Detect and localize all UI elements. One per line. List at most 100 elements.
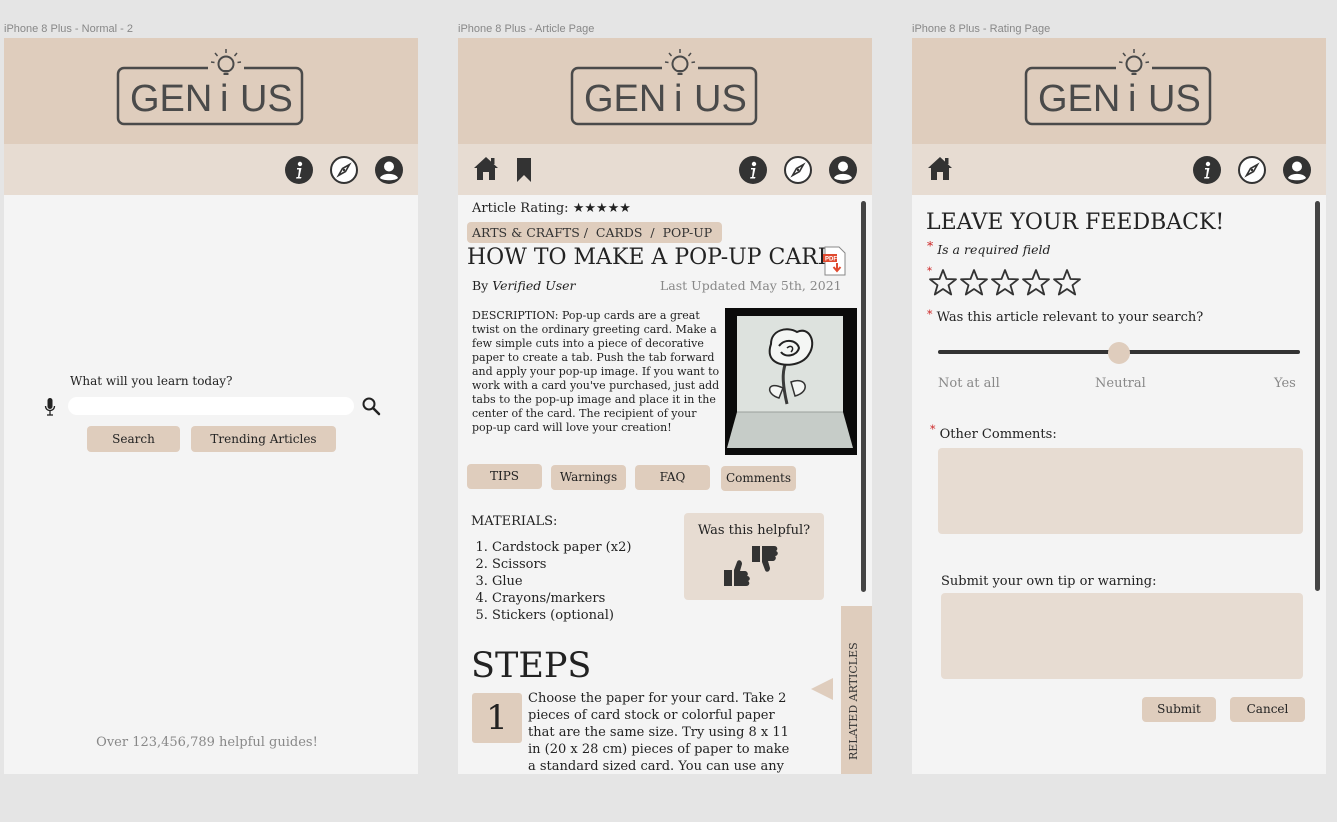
star-icon[interactable] <box>1021 268 1051 298</box>
frame-label-article: iPhone 8 Plus - Article Page <box>458 23 595 35</box>
comments-label: * Other Comments: <box>930 423 1057 442</box>
list-item: Cardstock paper (x2) <box>492 539 631 556</box>
frame-label-home: iPhone 8 Plus - Normal - 2 <box>4 23 133 35</box>
home-screen: GEN i US What will you learn today? Sear… <box>4 38 418 774</box>
required-asterisk: * <box>927 238 934 253</box>
genius-logo[interactable]: GEN i US <box>116 48 304 128</box>
popup-card-image <box>725 308 857 455</box>
article-rating: Article Rating: ★★★★★ <box>472 201 631 216</box>
materials-list: Cardstock paper (x2) Scissors Glue Crayo… <box>458 539 631 624</box>
breadcrumb[interactable]: ARTS & CRAFTS / CARDS / POP-UP <box>467 222 723 243</box>
star-icon[interactable] <box>959 268 989 298</box>
search-button[interactable]: Search <box>87 426 180 452</box>
tip-textarea[interactable] <box>941 593 1303 679</box>
microphone-icon[interactable] <box>44 397 56 417</box>
comments-textarea[interactable] <box>938 448 1303 534</box>
logo-text-mid: i <box>1128 78 1137 120</box>
logo-text-mid: i <box>674 78 683 120</box>
nav-bar <box>912 144 1326 195</box>
logo-text-left: GEN <box>584 78 667 120</box>
compass-icon[interactable] <box>784 156 812 184</box>
home-icon[interactable] <box>472 154 500 182</box>
required-note-text: Is a required field <box>937 242 1051 257</box>
tab-warnings[interactable]: Warnings <box>551 465 626 490</box>
helpful-label: Was this helpful? <box>697 523 811 538</box>
author-line: By Verified User <box>472 278 576 293</box>
logo-text-mid: i <box>220 78 229 120</box>
info-icon[interactable] <box>739 156 767 184</box>
article-screen: GEN i US Article Rating: ★★★★★ ARTS & CR… <box>458 38 872 774</box>
required-asterisk: * <box>930 423 936 436</box>
step-text: Choose the paper for your card. Take 2 p… <box>528 691 790 774</box>
list-item: Scissors <box>492 556 631 573</box>
related-articles-label: RELATED ARTICLES <box>847 642 860 760</box>
bookmark-icon[interactable] <box>510 156 538 184</box>
logo-text-left: GEN <box>1038 78 1121 120</box>
author-by-label: By <box>472 278 489 293</box>
trending-articles-button[interactable]: Trending Articles <box>191 426 336 452</box>
star-rating-input[interactable] <box>928 268 1088 298</box>
profile-icon[interactable] <box>1283 156 1311 184</box>
steps-heading: STEPS <box>471 646 592 686</box>
article-rating-label: Article Rating: <box>472 201 569 216</box>
comments-label-text: Other Comments: <box>939 427 1057 442</box>
tab-faq[interactable]: FAQ <box>635 465 710 490</box>
guides-count-footer: Over 123,456,789 helpful guides! <box>96 735 318 750</box>
logo-text-right: US <box>694 78 747 120</box>
slider-label-neutral: Neutral <box>1095 376 1146 391</box>
search-prompt: What will you learn today? <box>70 374 233 388</box>
related-articles-tab[interactable]: RELATED ARTICLES <box>841 606 872 774</box>
triangle-left-icon[interactable] <box>809 676 835 702</box>
app-header: GEN i US <box>458 38 872 144</box>
tab-comments[interactable]: Comments <box>721 466 796 491</box>
nav-bar <box>4 144 418 195</box>
search-icon[interactable] <box>361 396 381 416</box>
genius-logo[interactable]: GEN i US <box>1024 48 1212 128</box>
info-icon[interactable] <box>1193 156 1221 184</box>
home-icon[interactable] <box>926 154 954 182</box>
list-item: Crayons/markers <box>492 590 631 607</box>
step-number-badge: 1 <box>472 693 522 743</box>
required-asterisk: * <box>927 308 933 321</box>
logo-text-right: US <box>1148 78 1201 120</box>
scrollbar[interactable] <box>1315 201 1320 591</box>
rating-screen: GEN i US LEAVE YOUR FEEDBACK! * Is a req… <box>912 38 1326 774</box>
author-name[interactable]: Verified User <box>492 278 575 293</box>
star-icon[interactable] <box>928 268 958 298</box>
nav-bar <box>458 144 872 195</box>
article-description: DESCRIPTION: Pop-up cards are a great tw… <box>472 309 720 434</box>
submit-button[interactable]: Submit <box>1142 697 1216 722</box>
profile-icon[interactable] <box>375 156 403 184</box>
search-input[interactable] <box>68 397 354 415</box>
relevance-question: * Was this article relevant to your sear… <box>927 308 1203 325</box>
star-icon[interactable] <box>990 268 1020 298</box>
list-item: Stickers (optional) <box>492 607 631 624</box>
compass-icon[interactable] <box>1238 156 1266 184</box>
profile-icon[interactable] <box>829 156 857 184</box>
relevance-slider-thumb[interactable] <box>1108 342 1130 364</box>
tab-tips[interactable]: TIPS <box>467 464 542 489</box>
last-updated: Last Updated May 5th, 2021 <box>660 278 842 293</box>
slider-label-yes: Yes <box>1274 376 1296 391</box>
thumbs-icon[interactable] <box>722 544 780 588</box>
svg-text:PDF: PDF <box>825 257 837 263</box>
logo-text-left: GEN <box>130 78 213 120</box>
cancel-button[interactable]: Cancel <box>1230 697 1305 722</box>
frame-label-rating: iPhone 8 Plus - Rating Page <box>912 23 1051 35</box>
app-header: GEN i US <box>912 38 1326 144</box>
app-header: GEN i US <box>4 38 418 144</box>
info-icon[interactable] <box>285 156 313 184</box>
helpful-feedback-box: Was this helpful? <box>684 513 824 600</box>
compass-icon[interactable] <box>330 156 358 184</box>
materials-heading: MATERIALS: <box>471 514 558 529</box>
tip-label: Submit your own tip or warning: <box>941 574 1157 589</box>
logo-text-right: US <box>240 78 293 120</box>
relevance-question-text: Was this article relevant to your search… <box>936 310 1204 325</box>
scrollbar[interactable] <box>861 201 866 592</box>
genius-logo[interactable]: GEN i US <box>570 48 758 128</box>
pdf-download-icon[interactable]: PDF <box>823 246 847 276</box>
feedback-heading: LEAVE YOUR FEEDBACK! <box>926 210 1225 235</box>
article-title: HOW TO MAKE A POP-UP CARD <box>467 245 836 270</box>
star-icon[interactable] <box>1052 268 1082 298</box>
slider-label-not-at-all: Not at all <box>938 376 1000 391</box>
